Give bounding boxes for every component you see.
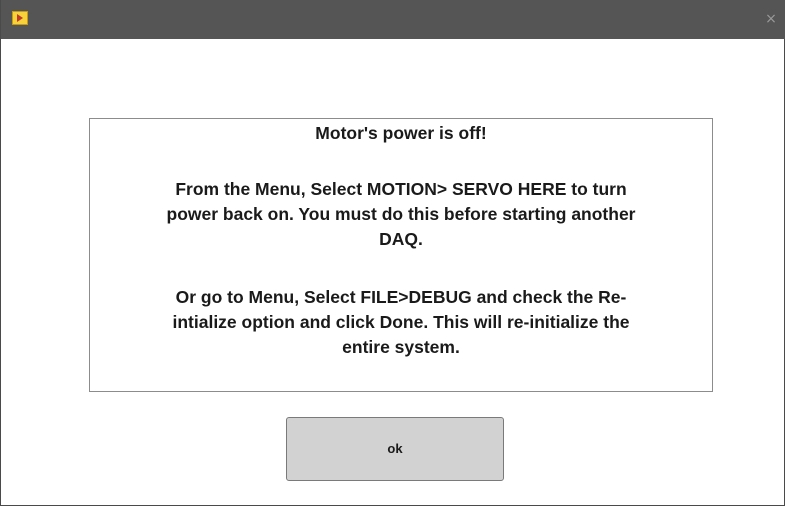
message-line: intialize option and click Done. This wi… xyxy=(172,312,630,332)
message-panel: Motor's power is off! From the Menu, Sel… xyxy=(89,118,713,392)
dialog-window: × Motor's power is off! From the Menu, S… xyxy=(0,0,785,506)
message-line: Or go to Menu, Select FILE>DEBUG and che… xyxy=(175,287,627,307)
close-button[interactable]: × xyxy=(756,0,785,39)
message-heading: Motor's power is off! xyxy=(315,123,487,143)
message-line: DAQ. xyxy=(379,229,423,249)
title-bar[interactable]: × xyxy=(1,0,785,39)
message-line: power back on. You must do this before s… xyxy=(166,204,636,224)
app-icon xyxy=(12,11,28,25)
arrow-icon xyxy=(17,14,23,22)
message-line: From the Menu, Select MOTION> SERVO HERE… xyxy=(175,179,627,199)
message-line: entire system. xyxy=(342,337,460,357)
ok-button[interactable]: ok xyxy=(286,417,504,481)
